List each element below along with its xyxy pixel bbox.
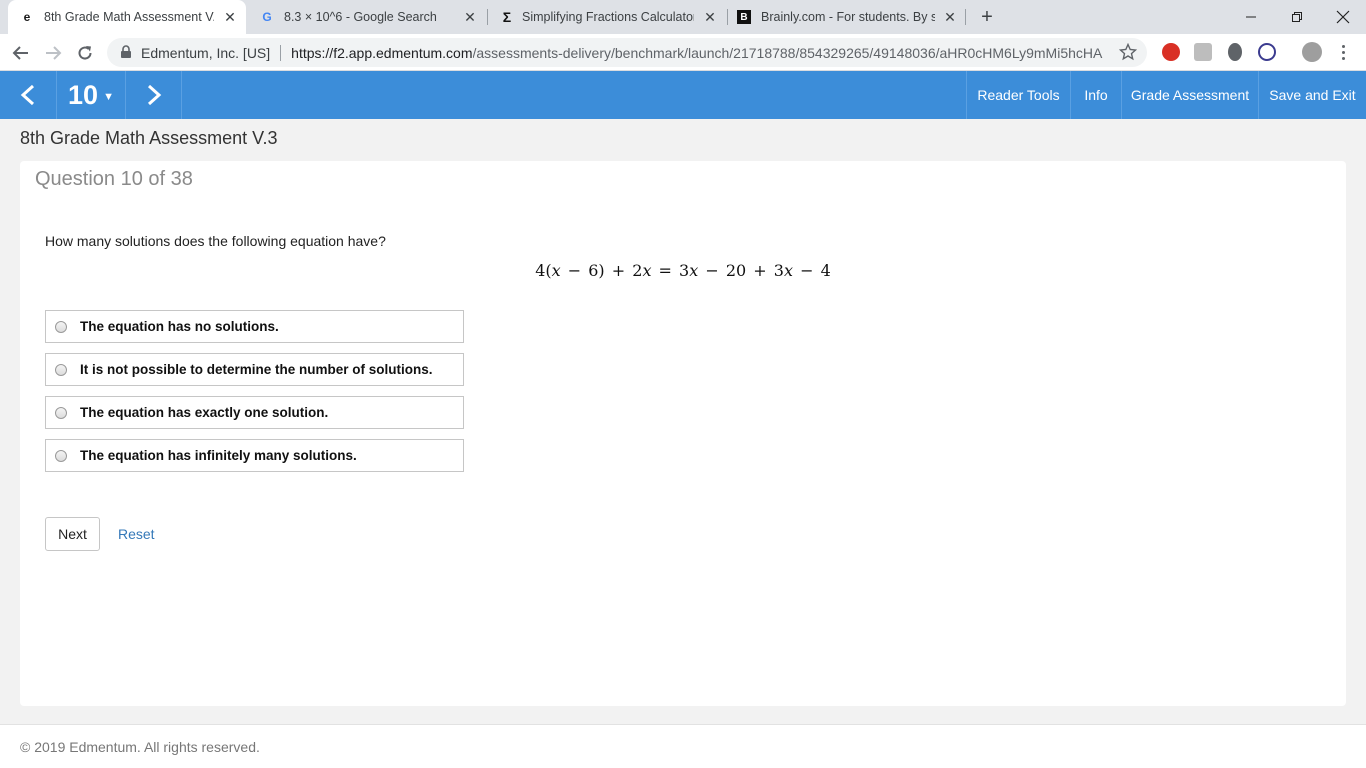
answer-option-one-solution[interactable]: The equation has exactly one solution.	[45, 396, 464, 429]
answer-option-infinite-solutions[interactable]: The equation has infinitely many solutio…	[45, 439, 464, 472]
question-number-dropdown[interactable]: 10 ▼	[56, 71, 126, 119]
answer-option-label: The equation has infinitely many solutio…	[80, 448, 357, 463]
address-bar[interactable]: Edmentum, Inc. [US] https://f2.app.edmen…	[107, 38, 1147, 67]
browser-tab-assessment[interactable]: e 8th Grade Math Assessment V.3 ✕	[8, 0, 246, 34]
sigma-icon: Σ	[502, 9, 512, 25]
answer-option-label: The equation has exactly one solution.	[80, 405, 329, 420]
save-and-exit-button[interactable]: Save and Exit	[1258, 71, 1366, 119]
equation: 4(x − 6) + 2x = 3x − 20 + 3x − 4	[20, 261, 1346, 280]
caret-down-icon: ▼	[103, 91, 114, 103]
previous-question-button[interactable]	[0, 71, 56, 119]
lock-icon	[120, 45, 132, 62]
chevron-right-icon	[147, 84, 161, 106]
url-host: https://f2.app.edmentum.com	[291, 44, 473, 61]
answer-option-label: The equation has no solutions.	[80, 319, 279, 334]
google-icon: G	[262, 10, 272, 24]
browser-tab-google[interactable]: G 8.3 × 10^6 - Google Search ✕	[248, 0, 486, 34]
close-icon[interactable]: ✕	[942, 9, 958, 25]
tab-title: 8th Grade Math Assessment V.3	[44, 10, 214, 24]
eq-variable: x	[689, 261, 699, 280]
radio-button[interactable]	[55, 320, 67, 333]
restore-icon[interactable]	[1274, 0, 1320, 34]
tab-title: Simplifying Fractions Calculator	[522, 10, 694, 24]
back-icon[interactable]	[8, 40, 34, 66]
grade-assessment-button[interactable]: Grade Assessment	[1121, 71, 1258, 119]
edmentum-icon: e	[23, 10, 31, 24]
tab-title: Brainly.com - For students. By stu	[761, 10, 935, 24]
url-path: /assessments-delivery/benchmark/launch/2…	[472, 44, 1103, 61]
question-card: Question 10 of 38 How many solutions doe…	[20, 161, 1346, 706]
answer-option-no-solutions[interactable]: The equation has no solutions.	[45, 310, 464, 343]
radio-button[interactable]	[55, 406, 67, 419]
omnibox-divider	[280, 44, 282, 61]
info-button[interactable]: Info	[1070, 71, 1121, 119]
minimize-icon[interactable]	[1228, 0, 1274, 34]
browser-tab-fractions[interactable]: Σ Simplifying Fractions Calculator ✕	[488, 0, 726, 34]
reload-icon[interactable]	[72, 40, 98, 66]
radio-button[interactable]	[55, 363, 67, 376]
question-prompt: How many solutions does the following eq…	[45, 233, 386, 249]
bookmark-star-icon[interactable]	[1118, 42, 1138, 64]
new-tab-icon[interactable]: +	[977, 5, 997, 29]
footer: © 2019 Edmentum. All rights reserved.	[0, 724, 1366, 768]
browser-menu-icon[interactable]	[1334, 43, 1352, 61]
eq-part: − 20 + 3	[698, 261, 784, 280]
close-icon[interactable]: ✕	[462, 9, 478, 25]
profile-avatar-icon[interactable]	[1302, 42, 1322, 62]
brainly-icon: B	[737, 10, 751, 24]
close-window-icon[interactable]	[1320, 0, 1366, 34]
close-icon[interactable]: ✕	[702, 9, 718, 25]
eq-part: − 6) + 2	[560, 261, 643, 280]
reset-link[interactable]: Reset	[118, 526, 155, 542]
next-button[interactable]: Next	[45, 517, 100, 551]
eq-part: = 3	[651, 261, 690, 280]
answer-option-cannot-determine[interactable]: It is not possible to determine the numb…	[45, 353, 464, 386]
radio-button[interactable]	[55, 449, 67, 462]
site-identity: Edmentum, Inc. [US]	[141, 44, 271, 61]
browser-tab-brainly[interactable]: B Brainly.com - For students. By stu ✕	[728, 0, 966, 34]
question-header: Question 10 of 38	[35, 168, 193, 190]
tab-divider	[965, 9, 966, 25]
forward-icon[interactable]	[40, 40, 66, 66]
chevron-left-icon	[20, 84, 35, 106]
browser-tabstrip: e 8th Grade Math Assessment V.3 ✕ G 8.3 …	[0, 0, 1366, 34]
adblock-extension-icon[interactable]	[1162, 43, 1180, 61]
play-extension-icon[interactable]	[1258, 43, 1276, 61]
copyright-text: © 2019 Edmentum. All rights reserved.	[20, 739, 260, 755]
page-title: 8th Grade Math Assessment V.3	[20, 128, 278, 148]
eq-part: − 4	[793, 261, 831, 280]
close-icon[interactable]: ✕	[222, 9, 238, 25]
next-question-button[interactable]	[126, 71, 182, 119]
eq-variable: x	[783, 261, 793, 280]
lightbulb-extension-icon[interactable]	[1228, 43, 1242, 61]
eq-variable: x	[551, 261, 561, 280]
answer-option-label: It is not possible to determine the numb…	[80, 362, 433, 377]
assessment-header: 10 ▼ Reader Tools Info Grade Assessment …	[0, 71, 1366, 119]
extension-icon[interactable]	[1194, 43, 1212, 61]
tab-title: 8.3 × 10^6 - Google Search	[284, 10, 437, 24]
reader-tools-button[interactable]: Reader Tools	[966, 71, 1070, 119]
question-number: 10	[68, 79, 99, 110]
eq-part: 4(	[535, 261, 552, 280]
browser-toolbar: Edmentum, Inc. [US] https://f2.app.edmen…	[0, 34, 1366, 71]
